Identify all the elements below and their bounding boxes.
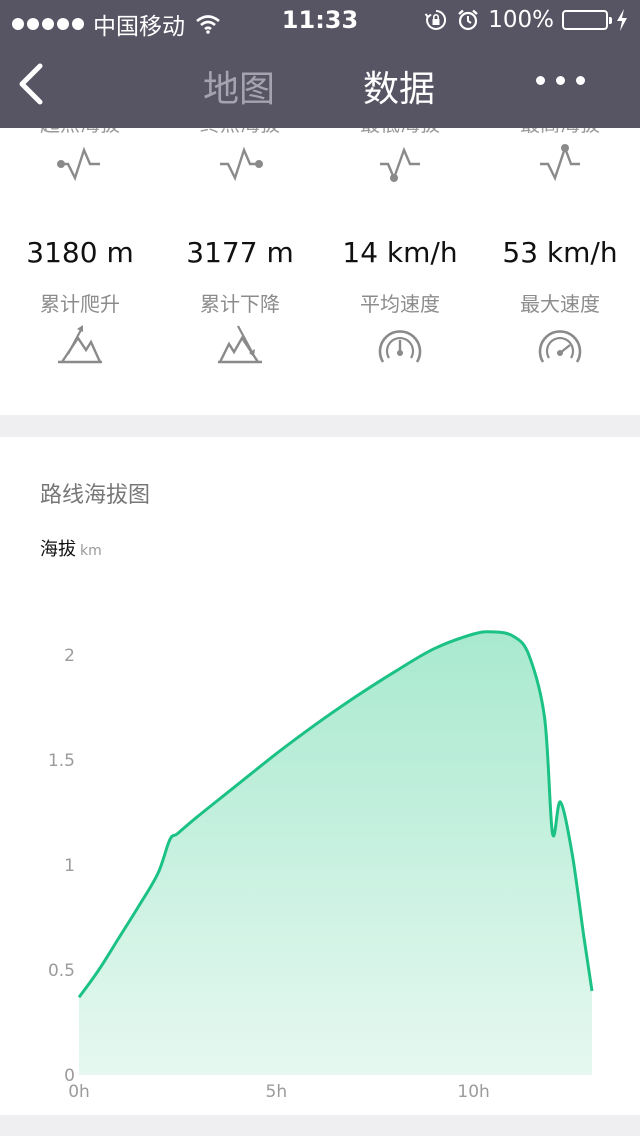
y-tick-label: 0.5	[48, 961, 75, 981]
elevation-area	[79, 631, 592, 1075]
elevation-end-icon	[220, 146, 263, 182]
stat-value-avg-speed: 14 km/h	[342, 236, 458, 269]
x-tick-label: 5h	[266, 1082, 288, 1102]
chevron-left-icon	[19, 63, 43, 105]
y-tick-label: 2	[64, 646, 75, 666]
more-button[interactable]	[536, 76, 585, 85]
tab-map[interactable]: 地图	[203, 60, 275, 112]
alarm-icon	[458, 9, 479, 31]
elevation-chart: 00.511.520h 5h 10h	[48, 630, 594, 1102]
stat-label-max-elevation: 最高海拔	[480, 128, 640, 137]
speedometer-max-icon	[538, 330, 582, 363]
elevation-max-icon	[540, 144, 580, 182]
status-bar: 中国移动 11:33 100%	[0, 0, 640, 40]
stat-label-climb: 累计爬升	[40, 292, 120, 316]
stat-label-min-elevation: 最低海拔	[320, 128, 480, 137]
charging-icon	[617, 9, 627, 31]
descent-icon	[218, 325, 262, 364]
speedometer-avg-icon	[378, 330, 422, 363]
x-tick-label: 10h	[457, 1082, 489, 1102]
tab-data[interactable]: 数据	[363, 60, 435, 112]
battery-icon	[562, 10, 612, 30]
stat-label-max-speed: 最大速度	[520, 292, 600, 316]
stat-value-max-speed: 53 km/h	[502, 236, 618, 269]
stat-label-start-elevation: 起点海拔	[0, 128, 160, 137]
y-tick-label: 1.5	[48, 751, 75, 771]
elevation-chart-card: 路线海拔图 海拔 km 0 0.5 1 1.5 2 0h 5h 10h	[0, 437, 640, 1115]
more-dots-icon	[536, 76, 545, 85]
top-header: 中国移动 11:33 100% 地图 数据	[0, 0, 640, 128]
nav-bar: 地图 数据	[0, 40, 640, 128]
stats-card: 起点海拔 终点海拔 最低海拔 最高海拔 3180 m 3177 m 14 km/…	[0, 128, 640, 415]
stat-value-descent: 3177 m	[186, 236, 294, 269]
stat-value-climb: 3180 m	[26, 236, 134, 269]
back-button[interactable]	[10, 60, 54, 108]
elevation-min-icon	[380, 146, 420, 182]
battery-percent: 100%	[488, 7, 554, 33]
orientation-lock-icon	[424, 9, 447, 30]
stat-label-avg-speed: 平均速度	[360, 292, 440, 316]
climb-icon	[58, 325, 102, 364]
stat-label-end-elevation: 终点海拔	[160, 128, 320, 137]
y-tick-label: 1	[64, 856, 75, 876]
x-tick-label: 0h	[68, 1082, 90, 1102]
elevation-start-icon	[57, 146, 100, 182]
stat-label-descent: 累计下降	[200, 292, 280, 316]
